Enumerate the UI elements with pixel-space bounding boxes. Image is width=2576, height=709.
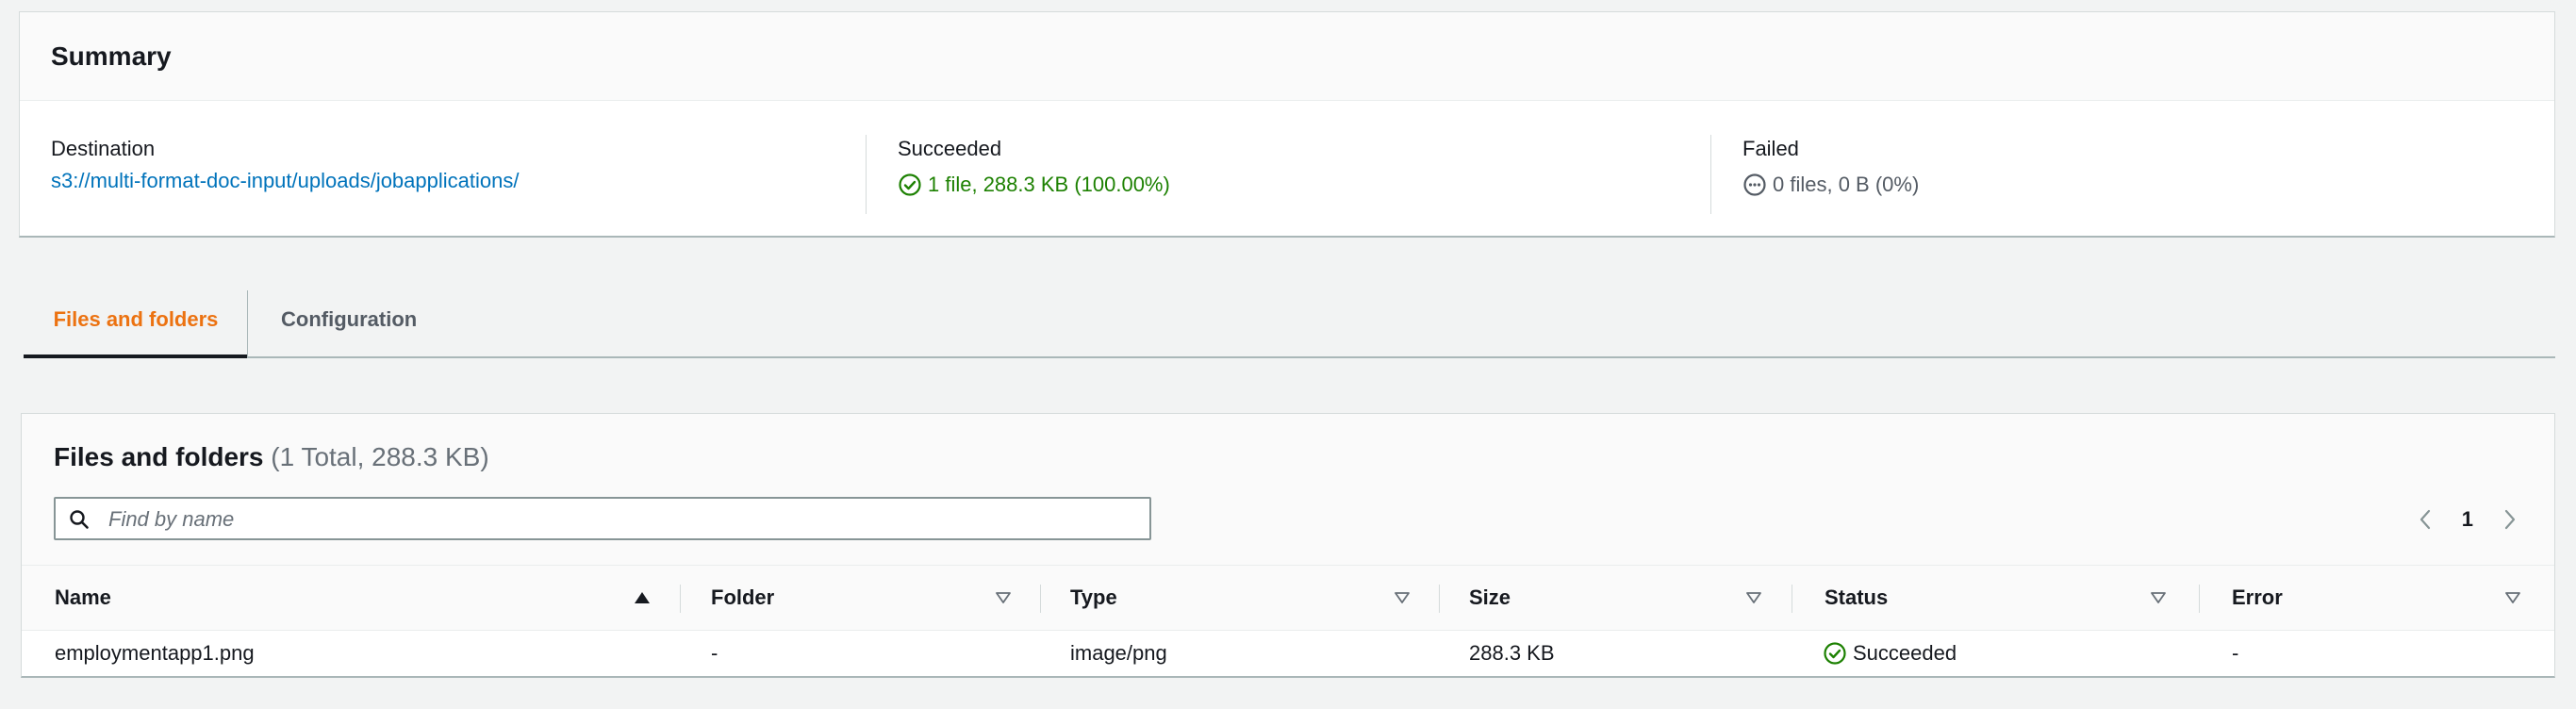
next-page-button[interactable] bbox=[2498, 507, 2522, 532]
file-name-link[interactable]: employmentapp1.png bbox=[55, 631, 255, 676]
summary-title: Summary bbox=[51, 41, 172, 71]
succeeded-column: Succeeded 1 file, 288.3 KB (100.00%) bbox=[898, 101, 1727, 237]
current-page[interactable]: 1 bbox=[2462, 507, 2473, 532]
cell-error: - bbox=[2232, 641, 2239, 665]
cell-size: 288.3 KB bbox=[1469, 641, 1555, 665]
failed-value: 0 files, 0 B (0%) bbox=[1773, 173, 1920, 196]
succeeded-value: 1 file, 288.3 KB (100.00%) bbox=[928, 173, 1170, 196]
cell-folder: - bbox=[711, 641, 718, 665]
column-divider bbox=[1040, 585, 1041, 613]
destination-label: Destination bbox=[51, 137, 156, 160]
column-header-type[interactable]: Type bbox=[1070, 566, 1117, 630]
sort-descending-icon[interactable] bbox=[994, 588, 1013, 607]
column-divider bbox=[1710, 135, 1711, 214]
files-heading: Files and folders (1 Total, 288.3 KB) bbox=[54, 442, 489, 472]
tab-files-and-folders[interactable]: Files and folders bbox=[24, 283, 248, 358]
tab-divider bbox=[247, 290, 248, 358]
table-header: Name Folder Type Size Status Error bbox=[22, 565, 2554, 631]
sort-descending-icon[interactable] bbox=[1393, 588, 1412, 607]
files-title: Files and folders bbox=[54, 442, 264, 471]
files-count: (1 Total, 288.3 KB) bbox=[271, 442, 489, 471]
summary-panel: Summary Destination s3://multi-format-do… bbox=[19, 11, 2555, 238]
column-header-size[interactable]: Size bbox=[1469, 566, 1511, 630]
cell-type: image/png bbox=[1070, 641, 1167, 665]
success-check-icon bbox=[1824, 642, 1846, 665]
column-divider bbox=[680, 585, 681, 613]
sort-descending-icon[interactable] bbox=[1744, 588, 1763, 607]
failed-value-wrap: 0 files, 0 B (0%) bbox=[1742, 173, 1919, 197]
failed-ellipsis-icon bbox=[1743, 173, 1766, 196]
destination-value-wrap: s3://multi-format-doc-input/uploads/joba… bbox=[51, 169, 519, 193]
destination-column: Destination s3://multi-format-doc-input/… bbox=[51, 101, 881, 237]
prev-page-button[interactable] bbox=[2413, 507, 2437, 532]
succeeded-value-wrap: 1 file, 288.3 KB (100.00%) bbox=[898, 173, 1170, 197]
cell-status: Succeeded bbox=[1823, 631, 1957, 676]
search-box bbox=[54, 497, 1151, 540]
column-header-name[interactable]: Name bbox=[55, 566, 111, 630]
column-divider bbox=[1439, 585, 1440, 613]
failed-label: Failed bbox=[1742, 137, 1799, 160]
summary-columns: Destination s3://multi-format-doc-input/… bbox=[20, 101, 2554, 237]
column-header-folder[interactable]: Folder bbox=[711, 566, 774, 630]
tab-configuration[interactable]: Configuration bbox=[281, 283, 417, 356]
column-divider bbox=[2199, 585, 2200, 613]
summary-header: Summary bbox=[20, 12, 2554, 101]
status-text: Succeeded bbox=[1853, 641, 1957, 665]
sort-descending-icon[interactable] bbox=[2149, 588, 2168, 607]
chevron-right-icon bbox=[2504, 509, 2516, 530]
files-panel: Files and folders (1 Total, 288.3 KB) 1 … bbox=[21, 413, 2555, 678]
pagination: 1 bbox=[2413, 503, 2522, 536]
destination-link[interactable]: s3://multi-format-doc-input/uploads/joba… bbox=[51, 169, 519, 193]
search-input[interactable] bbox=[107, 504, 1138, 535]
column-divider bbox=[866, 135, 867, 214]
success-check-icon bbox=[899, 173, 921, 196]
column-header-status[interactable]: Status bbox=[1825, 566, 1888, 630]
failed-column: Failed 0 files, 0 B (0%) bbox=[1742, 101, 2535, 237]
sort-descending-icon[interactable] bbox=[2503, 588, 2522, 607]
tab-bar: Files and folders Configuration bbox=[24, 283, 2555, 358]
succeeded-label: Succeeded bbox=[898, 137, 1002, 160]
search-icon bbox=[70, 510, 89, 529]
chevron-left-icon bbox=[2419, 509, 2430, 530]
sort-ascending-icon[interactable] bbox=[633, 588, 652, 607]
column-header-error[interactable]: Error bbox=[2232, 566, 2283, 630]
table-row: employmentapp1.png - image/png 288.3 KB … bbox=[22, 631, 2554, 676]
